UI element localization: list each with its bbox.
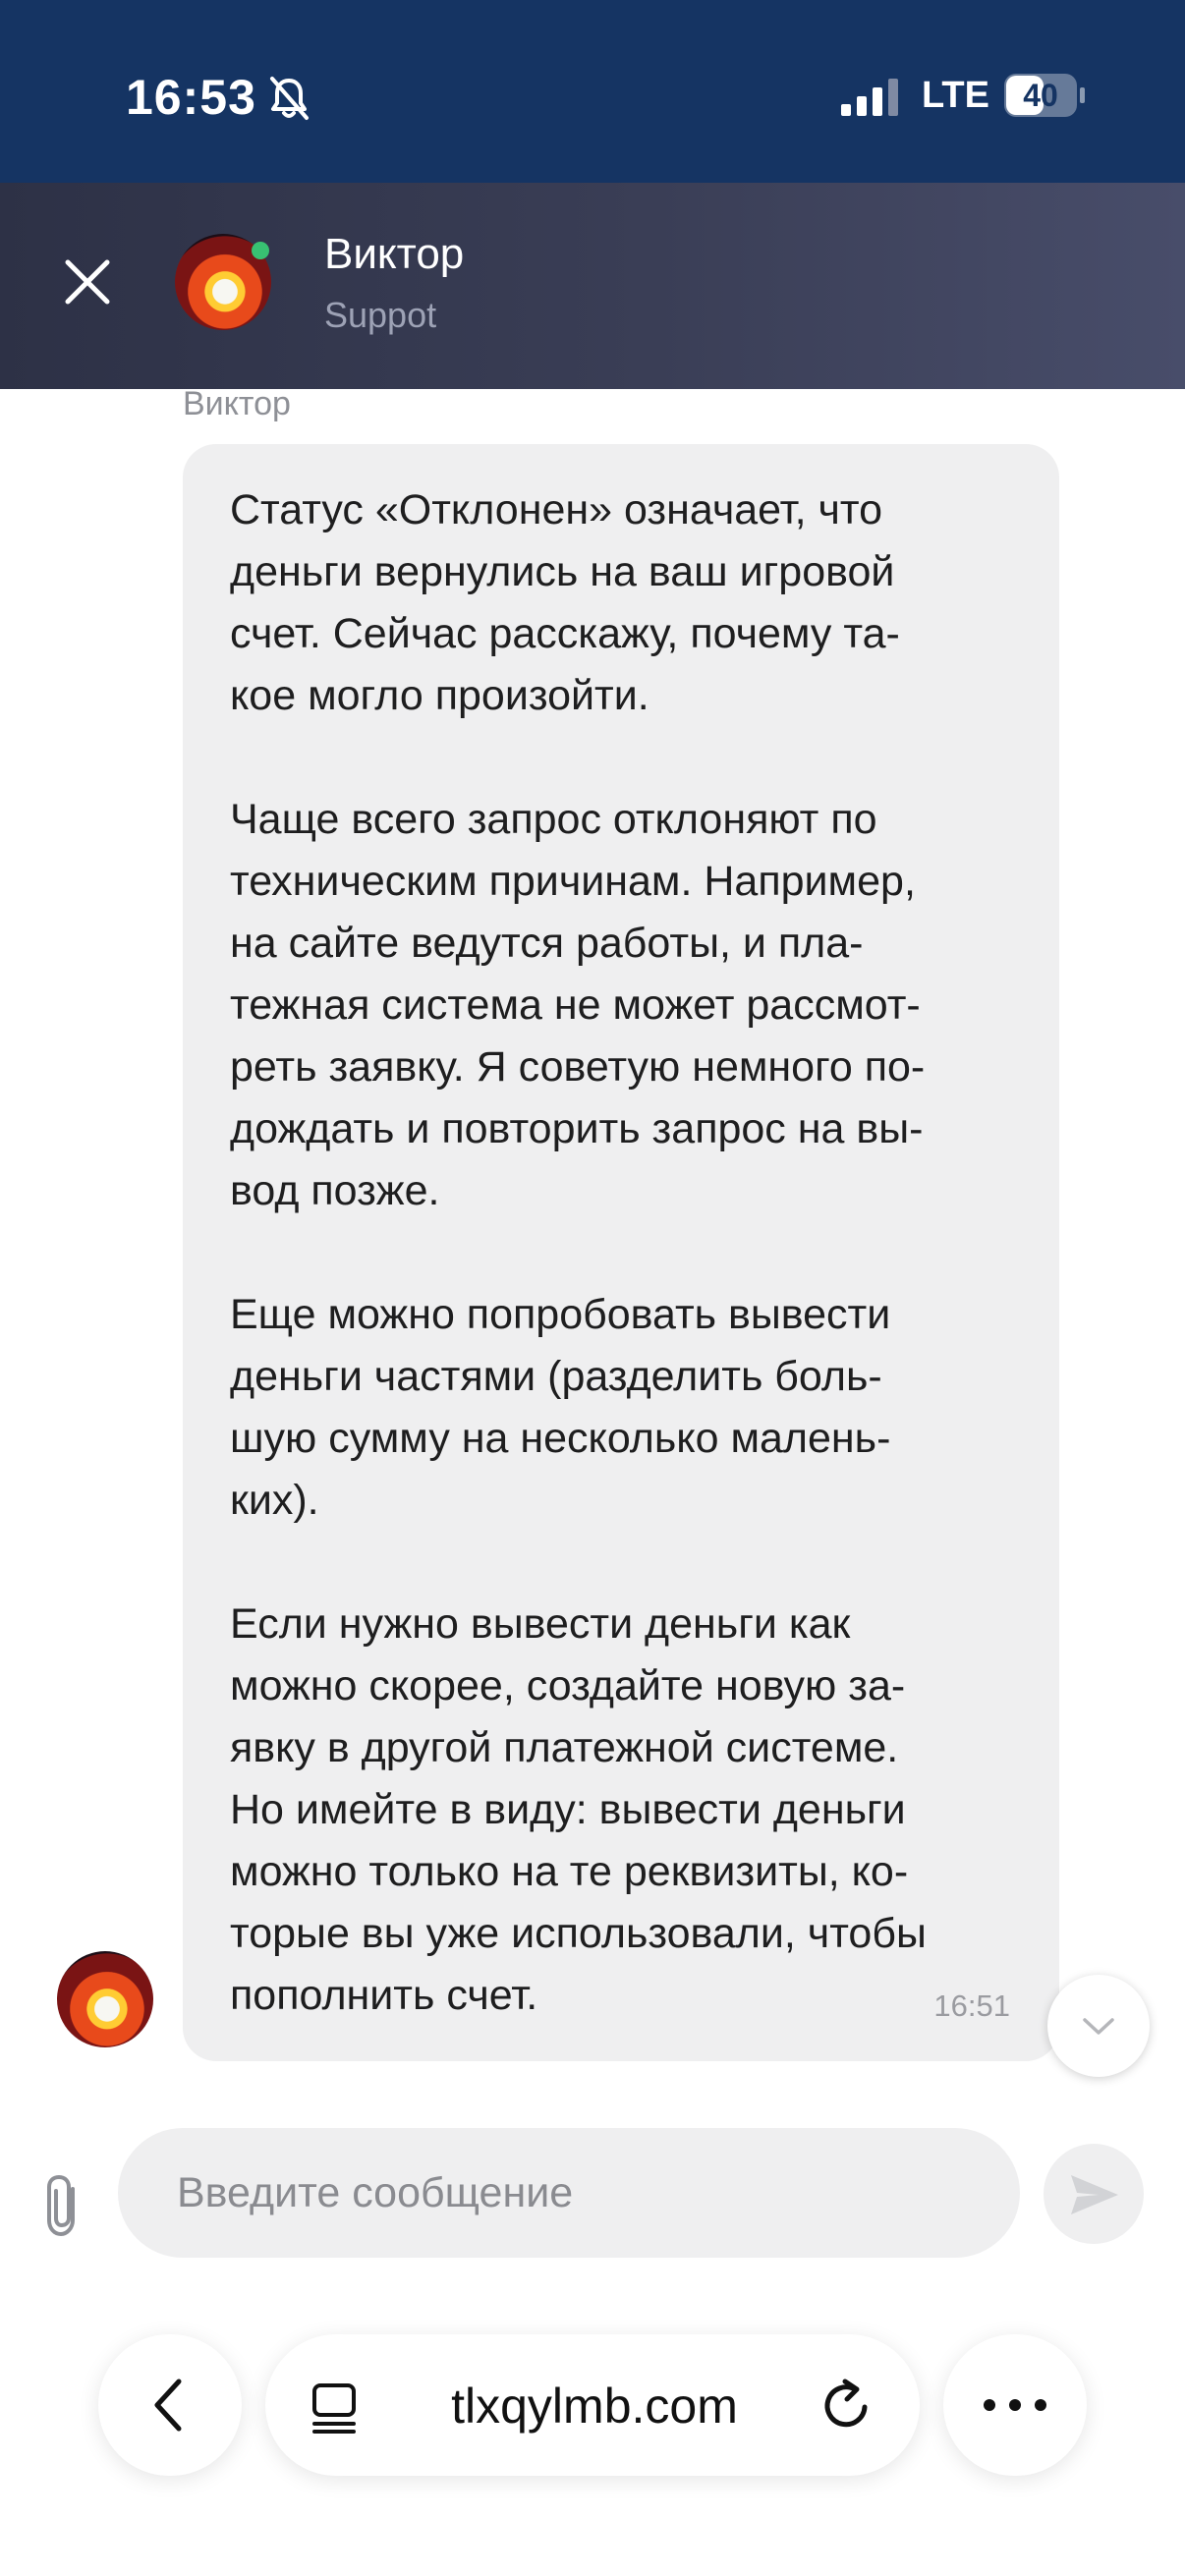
- send-button[interactable]: [1044, 2144, 1144, 2244]
- back-icon: [154, 2379, 182, 2432]
- bell-muted-icon: [270, 77, 309, 120]
- message-text: Статус «Отклонен» означает, что деньги в…: [230, 486, 927, 2019]
- message-timestamp: 16:51: [933, 1988, 1010, 2023]
- tabs-icon[interactable]: [310, 2381, 360, 2435]
- signal-icon: [841, 79, 898, 116]
- close-icon[interactable]: [55, 250, 120, 314]
- battery-level: 40: [1023, 78, 1058, 113]
- reload-icon[interactable]: [819, 2376, 875, 2433]
- message-input[interactable]: [118, 2128, 1020, 2258]
- status-time: 16:53: [126, 70, 256, 125]
- scroll-down-button[interactable]: [1047, 1975, 1150, 2077]
- message-avatar: [57, 1951, 153, 2047]
- agent-name: Виктор: [324, 230, 465, 278]
- paperclip-icon[interactable]: [41, 2171, 90, 2240]
- message-bubble: Статус «Отклонен» означает, что деньги в…: [183, 444, 1059, 2061]
- message-sender: Виктор: [183, 385, 291, 422]
- chevron-down-icon: [1083, 2018, 1114, 2035]
- url-text[interactable]: tlxqylmb.com: [393, 2378, 796, 2435]
- online-status-dot: [252, 242, 269, 259]
- more-button[interactable]: [943, 2334, 1087, 2476]
- network-type: LTE: [922, 75, 989, 116]
- back-button[interactable]: [98, 2334, 242, 2476]
- agent-role: Suppot: [324, 295, 437, 335]
- send-icon: [1071, 2175, 1118, 2214]
- more-icon: [984, 2399, 1046, 2411]
